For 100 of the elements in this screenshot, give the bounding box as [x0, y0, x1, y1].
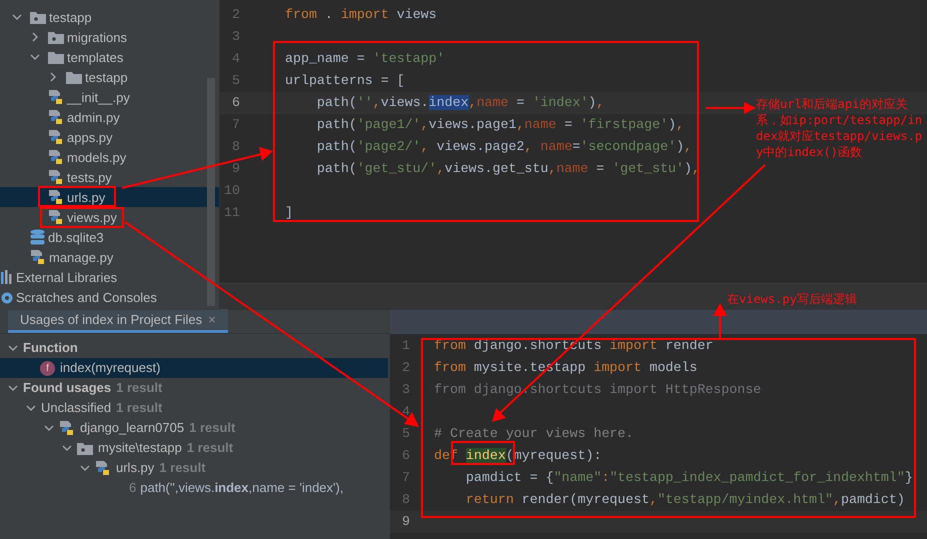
package-folder-icon	[77, 442, 93, 454]
tree-item[interactable]: migrations	[0, 27, 219, 47]
usage-tree-item[interactable]: Found usages 1 result	[0, 378, 388, 398]
usage-tree-label: index(myrequest)	[60, 359, 160, 378]
tree-item-label: External Libraries	[16, 270, 118, 284]
tree-item[interactable]: admin.py	[0, 107, 219, 127]
usage-line-number: 6	[129, 479, 136, 498]
usage-tree-item[interactable]: Function	[0, 338, 388, 358]
usage-tree-item[interactable]: django_learn0705 1 result	[0, 418, 388, 438]
line-number: 4	[231, 50, 240, 68]
line-number: 5	[401, 425, 410, 444]
code-line: path('',views.index,name = 'index'),	[316, 94, 604, 112]
line-number: 9	[401, 513, 410, 532]
package-folder-icon	[30, 10, 46, 24]
folder-icon	[48, 50, 64, 64]
python-file-icon	[59, 420, 75, 436]
chevron-down-icon[interactable]	[30, 52, 40, 62]
annotation-note: 存储url和后端api的对应关系，如ip:port/testapp/index就对应testapp/views.py中的index()函数	[756, 96, 924, 160]
usage-tree-item[interactable]: urls.py 1 result	[0, 458, 388, 478]
code-line: pamdict = {"name":"testapp_index_pamdict_for_indexhtml"}	[464, 469, 913, 488]
usage-tree-item[interactable]: f index(myrequest)	[0, 358, 388, 378]
tree-item-label: models.py	[67, 150, 126, 164]
result-count: 1 result	[186, 439, 234, 458]
python-file-icon	[30, 249, 46, 265]
line-number: 10	[223, 182, 240, 200]
code-line: # Create your views here.	[434, 425, 634, 444]
line-number: 7	[401, 469, 410, 488]
code-line: from . import views	[285, 6, 437, 24]
tree-item-label: urls.py	[67, 190, 106, 204]
library-bars-icon	[1, 270, 13, 284]
tree-item-label: views.py	[67, 210, 117, 224]
tree-item-label: Scratches and Consoles	[16, 290, 157, 304]
tree-item[interactable]: Scratches and Consoles	[0, 287, 219, 307]
python-file-icon	[95, 460, 111, 476]
chevron-right-icon[interactable]	[30, 32, 40, 42]
chevron-down-icon[interactable]	[12, 12, 22, 22]
arrow	[706, 102, 756, 114]
line-number: 5	[231, 72, 240, 90]
line-number: 7	[231, 116, 240, 134]
line-number: 4	[401, 403, 410, 422]
usage-tree-label: urls.py	[116, 459, 154, 478]
scrollbar[interactable]	[207, 78, 215, 306]
result-count: 1 result	[159, 459, 206, 478]
package-folder-icon	[48, 30, 64, 44]
python-file-icon	[48, 169, 64, 185]
usages-tab[interactable]: Usages of index in Project Files ×	[8, 309, 228, 333]
python-file-icon	[48, 109, 64, 125]
result-count: 1 result	[116, 399, 162, 418]
code-line: path('page1/',views.page1,name = 'firstpage'),	[316, 116, 684, 134]
tree-item-label: testapp	[49, 10, 92, 24]
tree-item-label: manage.py	[49, 250, 114, 264]
code-line: ]	[285, 204, 293, 222]
usage-tree-item[interactable]: Unclassified 1 result	[0, 398, 388, 418]
tree-item[interactable]: manage.py	[0, 247, 219, 267]
tree-item[interactable]: tests.py	[0, 167, 219, 187]
annotation-note: 在views.py写后端逻辑	[727, 291, 857, 307]
chevron-down-icon[interactable]	[8, 343, 18, 353]
tree-item[interactable]: views.py	[0, 207, 219, 227]
usage-code-preview[interactable]: path('',views.index,name = 'index'),	[140, 478, 344, 498]
python-file-icon	[48, 189, 64, 205]
line-number: 9	[231, 160, 240, 178]
tree-item[interactable]: External Libraries	[0, 267, 219, 287]
usage-tree-label: django_learn0705	[80, 419, 184, 438]
line-number: 3	[401, 381, 410, 400]
python-file-icon	[48, 89, 64, 105]
line-number: 6	[401, 447, 410, 466]
folder-icon	[66, 70, 82, 84]
result-count: 1 result	[116, 379, 162, 398]
line-number: 11	[223, 204, 240, 222]
usage-tree-item[interactable]: mysite\testapp 1 result	[0, 438, 388, 458]
code-line: path('page2/', views.page2, name='secondpage'),	[316, 138, 692, 156]
tree-item-label: admin.py	[67, 110, 120, 124]
usage-tree-label: Function	[23, 339, 78, 358]
code-line: return render(myrequest,"testapp/myindex.html",pamdict)	[464, 491, 905, 510]
chevron-right-icon[interactable]	[48, 72, 58, 82]
line-number: 8	[231, 138, 240, 156]
tree-item[interactable]: templates	[0, 47, 219, 67]
function-badge-icon: f	[40, 360, 55, 376]
tree-item[interactable]: testapp	[0, 67, 219, 87]
tree-item[interactable]: testapp	[0, 7, 219, 27]
line-number: 8	[401, 491, 410, 510]
tree-item[interactable]: models.py	[0, 147, 219, 167]
result-count: 1 result	[189, 419, 236, 438]
usage-tree-label: mysite\testapp	[98, 439, 182, 458]
line-number: 1	[401, 337, 410, 356]
database-icon	[30, 229, 45, 245]
tree-item-label: templates	[67, 50, 124, 64]
tree-item-label: apps.py	[67, 130, 113, 144]
usage-tree-label: Unclassified	[41, 399, 112, 418]
line-number: 3	[231, 28, 240, 46]
code-line: app_name = 'testapp'	[285, 50, 445, 68]
code-line: path('get_stu/',views.get_stu,name = 'get_stu'),	[316, 160, 700, 178]
tree-item-label: db.sqlite3	[48, 230, 104, 244]
tree-item[interactable]: __init__.py	[0, 87, 219, 107]
line-number: 2	[231, 6, 240, 24]
code-line: urlpatterns = [	[285, 72, 405, 90]
python-file-icon	[48, 129, 64, 145]
tree-item[interactable]: db.sqlite3	[0, 227, 219, 247]
tree-item[interactable]: apps.py	[0, 127, 219, 147]
python-file-icon	[48, 209, 64, 225]
